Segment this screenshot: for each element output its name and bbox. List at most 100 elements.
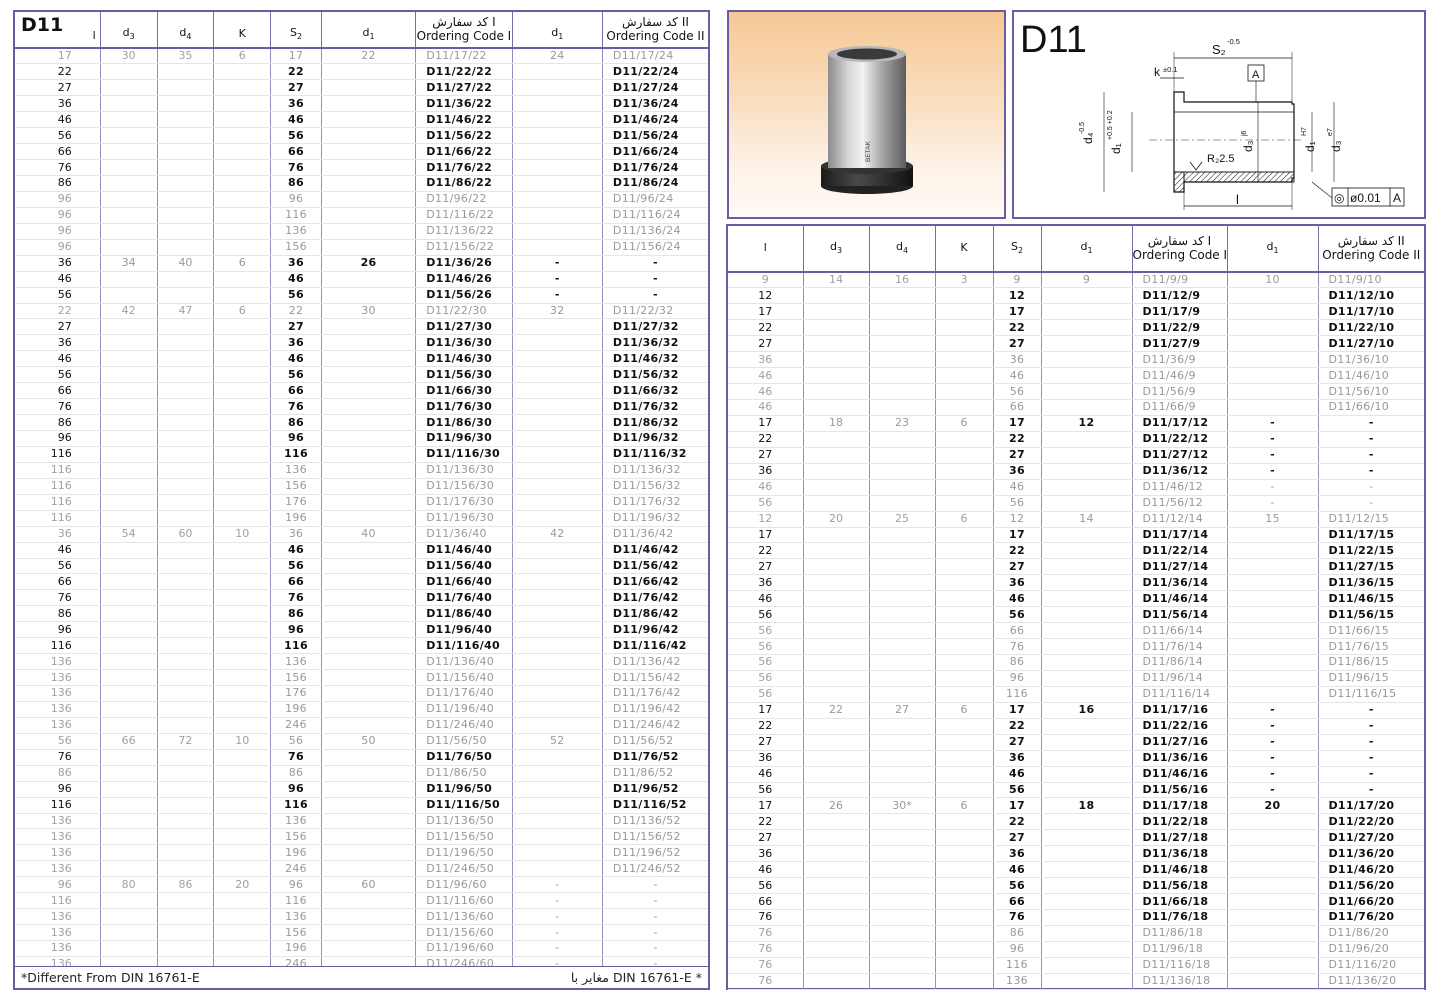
cell-code1: D11/116/18 (1132, 957, 1228, 974)
cell-d1 (1041, 718, 1133, 735)
cell-code1: D11/56/40 (415, 558, 513, 575)
cell-k (213, 366, 272, 384)
concentricity-icon: ◎ (1334, 191, 1344, 205)
cell-d1 (1041, 590, 1133, 608)
cell-s2: 17 (993, 701, 1042, 719)
cell-code1: D11/36/26 (415, 254, 513, 272)
cell-d4: 23 (869, 414, 936, 432)
cell-d3: 54 (100, 525, 158, 543)
cell-k: 20 (213, 876, 272, 894)
cell-d3 (100, 828, 158, 846)
cell-d1 (1041, 335, 1133, 353)
cell-d1b (512, 382, 603, 400)
cell-l: 76 (728, 957, 804, 974)
cell-code2: D11/116/24 (602, 207, 708, 224)
cell-d4 (869, 670, 936, 687)
cell-d1b: 15 (1227, 510, 1319, 528)
cell-s2: 56 (270, 287, 322, 304)
cell-l: 136 (15, 924, 101, 941)
cell-d3 (100, 860, 158, 878)
cell-k (213, 127, 272, 145)
cell-code1: D11/12/14 (1132, 510, 1228, 528)
d3-mid-label: d₃ (1241, 140, 1255, 152)
d4-tolerance: -0.5 (1079, 122, 1086, 134)
cell-d3 (803, 574, 870, 592)
cell-code1: D11/136/30 (415, 462, 513, 479)
cell-l: 46 (728, 399, 804, 416)
cell-d1 (1041, 574, 1133, 592)
cell-d4 (869, 622, 936, 640)
cell-code2: D11/176/42 (602, 685, 708, 702)
cell-l: 22 (15, 302, 101, 320)
cell-code1: D11/46/16 (1132, 766, 1228, 783)
cell-d1 (1041, 606, 1133, 624)
cell-d1 (1041, 479, 1133, 496)
table-row: 22 22 D11/22/9 D11/22/10 (728, 319, 1424, 337)
cell-d3 (100, 653, 158, 671)
cell-d3 (803, 479, 870, 496)
cell-code1: D11/36/40 (415, 525, 513, 543)
cell-d3 (803, 973, 870, 990)
cell-d1 (321, 797, 417, 814)
cell-d3 (100, 79, 158, 97)
cell-d4 (869, 463, 936, 480)
table-row: 96 96 D11/96/30 D11/96/32 (15, 430, 708, 447)
cell-d1 (321, 765, 417, 782)
cell-s2: 156 (270, 669, 322, 686)
cell-d1: 9 (1041, 272, 1133, 289)
cell-code1: D11/27/16 (1132, 734, 1228, 751)
cell-d1 (1041, 558, 1133, 576)
cell-d1b: - (512, 254, 603, 272)
cell-d1b (1227, 590, 1319, 608)
cell-code1: D11/22/16 (1132, 718, 1228, 735)
cell-code2: D11/86/42 (602, 605, 708, 623)
cell-d1b (512, 558, 603, 575)
cell-k (213, 717, 272, 734)
cell-d1 (321, 159, 417, 176)
cell-d1b (512, 318, 603, 336)
cell-k (935, 941, 994, 958)
s2-tolerance: -0.5 (1227, 37, 1240, 46)
cell-code2: D11/27/20 (1318, 829, 1424, 847)
cell-d1: 30 (321, 302, 417, 320)
cell-l: 66 (15, 382, 101, 400)
d3-mid-tolerance: j6 (1241, 130, 1248, 137)
cell-d1 (321, 908, 417, 926)
cell-l: 36 (728, 845, 804, 863)
cell-d3 (100, 398, 158, 416)
cell-s2: 22 (270, 302, 322, 320)
cell-code2: - (1318, 750, 1424, 767)
cell-s2: 46 (993, 766, 1042, 783)
cell-l: 56 (728, 622, 804, 640)
cell-s2: 76 (270, 589, 322, 607)
cell-code1: D11/56/14 (1132, 606, 1228, 624)
cell-code2: - (1318, 431, 1424, 448)
series-title: D11 (21, 14, 64, 36)
table-row: 46 46 D11/46/9 D11/46/10 (728, 367, 1424, 385)
cell-d4 (157, 478, 215, 495)
cell-l: 136 (15, 844, 101, 862)
cell-d1b (512, 494, 603, 511)
cell-k (935, 622, 994, 640)
cell-code1: D11/156/22 (415, 239, 513, 256)
cell-code1: D11/116/30 (415, 446, 513, 463)
cell-code1: D11/76/50 (415, 749, 513, 766)
cell-l: 46 (728, 383, 804, 400)
cell-d3 (100, 749, 158, 766)
cell-l: 22 (728, 718, 804, 735)
cell-d4 (157, 207, 215, 224)
cell-d4 (869, 590, 936, 608)
table-row: 116 116 D11/116/40 D11/116/42 (15, 637, 708, 655)
cell-d1 (321, 542, 417, 559)
cell-code1: D11/176/40 (415, 685, 513, 702)
cell-code1: D11/36/16 (1132, 750, 1228, 767)
cell-d1 (321, 749, 417, 766)
drawing-title: D11 (1020, 19, 1087, 61)
col-k: K (213, 12, 272, 49)
cell-code1: D11/246/50 (415, 860, 513, 878)
cell-d1 (1041, 303, 1133, 321)
col-code2: کد سفارش II Ordering Code II (1318, 226, 1424, 273)
cell-code2: D11/86/24 (602, 175, 708, 192)
cell-k (213, 494, 272, 511)
right-dimension-table: l d3 d4 K S2 d1 کد سفارش I Ordering Code … (728, 226, 1424, 990)
